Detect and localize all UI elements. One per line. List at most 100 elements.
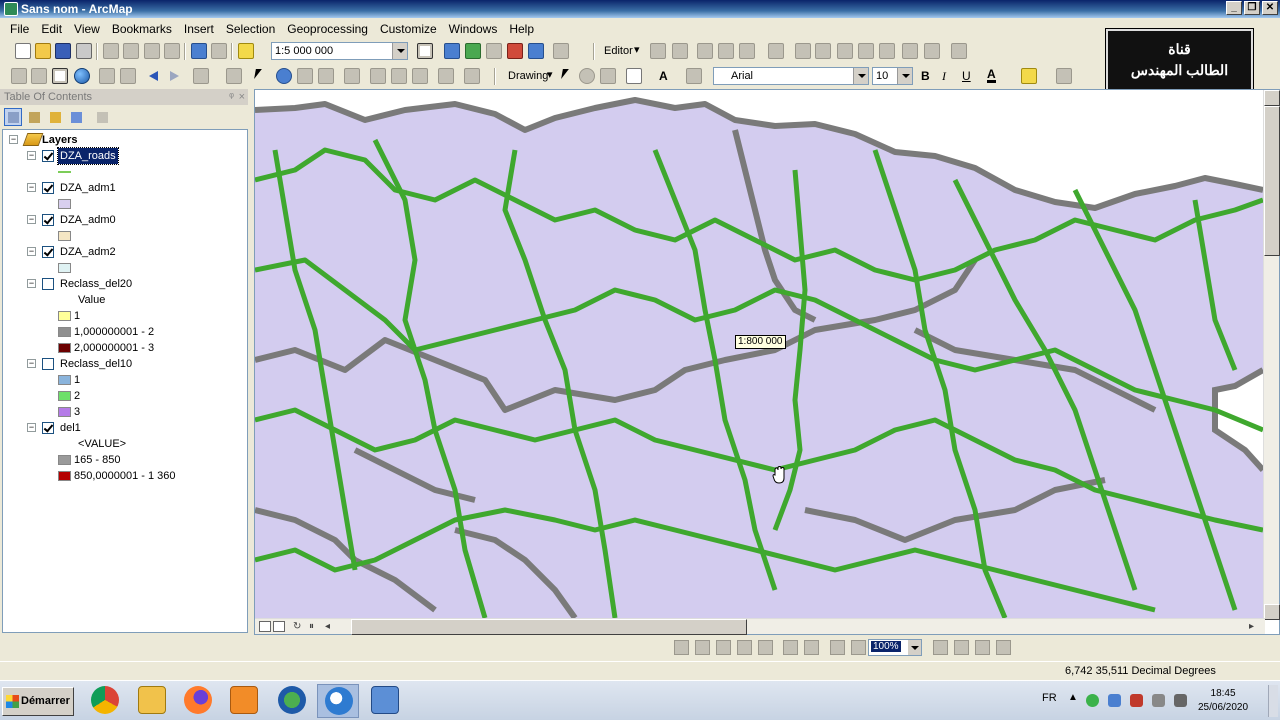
rotate-icon[interactable]: [858, 43, 874, 59]
zoom-to-selected-icon[interactable]: [600, 68, 616, 84]
collapse-icon[interactable]: −: [27, 247, 36, 256]
new-document-icon[interactable]: [15, 43, 31, 59]
save-icon[interactable]: [55, 43, 71, 59]
line-color-pen-icon[interactable]: [1056, 68, 1072, 84]
hyperlink-icon[interactable]: [318, 68, 334, 84]
go-to-xy-icon[interactable]: [412, 68, 428, 84]
collapse-icon[interactable]: −: [27, 359, 36, 368]
media-player-taskbar-icon[interactable]: [223, 684, 265, 718]
legend-swatch[interactable]: [58, 375, 71, 385]
clear-selection-icon[interactable]: [226, 68, 242, 84]
menu-insert[interactable]: Insert: [178, 22, 220, 36]
python-window-icon[interactable]: [528, 43, 544, 59]
editor-options-icon[interactable]: [951, 43, 967, 59]
layer-row-dza-roads[interactable]: − DZA_roads: [3, 147, 243, 165]
forward-arrow-icon[interactable]: [166, 68, 182, 84]
layout-zoom-combo[interactable]: 100%: [868, 639, 922, 656]
road-line-symbol[interactable]: [58, 171, 71, 173]
chevron-down-icon[interactable]: [897, 68, 912, 84]
pause-drawing-icon[interactable]: ⏸: [309, 621, 321, 632]
zoom-100-icon[interactable]: [758, 640, 773, 655]
layer-row-del1[interactable]: − del1: [3, 420, 243, 436]
arcmap-taskbar-icon[interactable]: [317, 684, 359, 718]
chrome-taskbar-icon[interactable]: [84, 684, 126, 718]
cut-polygons-icon[interactable]: [815, 43, 831, 59]
sketch-properties-icon[interactable]: [902, 43, 918, 59]
language-indicator[interactable]: FR: [1042, 692, 1057, 704]
map-vertical-scrollbar[interactable]: [1263, 90, 1280, 620]
scroll-right-button[interactable]: ▸: [1249, 621, 1261, 632]
close-button[interactable]: ✕: [1262, 1, 1278, 15]
back-arrow-icon[interactable]: [146, 68, 162, 84]
toggle-draft-mode-icon[interactable]: [933, 640, 948, 655]
network-tray-icon[interactable]: [1108, 694, 1121, 707]
legend-swatch[interactable]: [58, 407, 71, 417]
scroll-down-button[interactable]: [1264, 604, 1280, 620]
rotate-element-icon[interactable]: [579, 68, 595, 84]
layers-root-row[interactable]: − Layers: [3, 132, 243, 148]
arctoolbox-icon[interactable]: [507, 43, 523, 59]
layer-row-dza-adm1[interactable]: − DZA_adm1: [3, 180, 243, 196]
security-tray-icon[interactable]: [1086, 694, 1099, 707]
menu-file[interactable]: File: [4, 22, 35, 36]
editor-toolbar-icon[interactable]: [417, 43, 433, 59]
collapse-icon[interactable]: −: [27, 279, 36, 288]
map-scale-combo[interactable]: 1:5 000 000: [271, 42, 408, 60]
attributes-icon[interactable]: [879, 43, 895, 59]
collapse-icon[interactable]: −: [27, 183, 36, 192]
close-icon[interactable]: ×: [239, 89, 245, 105]
collapse-icon[interactable]: −: [27, 151, 36, 160]
layer-name[interactable]: Reclass_del20: [60, 276, 132, 292]
chevron-down-icon[interactable]: [853, 68, 868, 84]
measure-icon[interactable]: [344, 68, 360, 84]
collapse-icon[interactable]: −: [27, 423, 36, 432]
layer-name[interactable]: DZA_adm0: [60, 212, 116, 228]
layer-visibility-checkbox[interactable]: [42, 278, 54, 290]
fill-color-bucket-icon[interactable]: [1021, 68, 1037, 84]
volume-tray-icon[interactable]: [1174, 694, 1187, 707]
layout-zoom-in-icon[interactable]: [674, 640, 689, 655]
layer-visibility-checkbox[interactable]: [42, 214, 54, 226]
legend-swatch[interactable]: [58, 327, 71, 337]
chevron-up-icon[interactable]: ▲: [1068, 692, 1081, 705]
find-binoculars-icon[interactable]: [370, 68, 386, 84]
firefox-taskbar-icon[interactable]: [177, 684, 219, 718]
model-builder-icon[interactable]: [553, 43, 569, 59]
menu-customize[interactable]: Customize: [374, 22, 443, 36]
file-explorer-taskbar-icon[interactable]: [131, 684, 173, 718]
scroll-up-button[interactable]: [1264, 90, 1280, 106]
redo-icon[interactable]: [211, 43, 227, 59]
arcgis-taskbar-icon[interactable]: [271, 684, 313, 718]
layer-row-dza-adm2[interactable]: − DZA_adm2: [3, 244, 243, 260]
layer-visibility-checkbox[interactable]: [42, 358, 54, 370]
chevron-down-icon[interactable]: [392, 43, 407, 59]
search-window-icon[interactable]: [486, 43, 502, 59]
layout-zoom-out-icon[interactable]: [695, 640, 710, 655]
select-features-icon[interactable]: [193, 68, 209, 84]
open-folder-icon[interactable]: [35, 43, 51, 59]
menu-help[interactable]: Help: [503, 22, 540, 36]
edit-vertices-icon[interactable]: [768, 43, 784, 59]
legend-swatch[interactable]: [58, 343, 71, 353]
menu-view[interactable]: View: [68, 22, 106, 36]
font-name-combo[interactable]: Arial: [713, 67, 869, 85]
fill-symbol-swatch[interactable]: [58, 263, 71, 273]
pan-hand-icon[interactable]: [52, 68, 68, 84]
italic-button[interactable]: I: [942, 69, 946, 84]
next-extent-icon[interactable]: [851, 640, 866, 655]
reshape-icon[interactable]: [795, 43, 811, 59]
trace-icon[interactable]: [718, 43, 734, 59]
fixed-zoom-out-icon[interactable]: [120, 68, 136, 84]
list-by-drawing-order-tab[interactable]: [4, 108, 22, 126]
fixed-zoom-in-icon[interactable]: [783, 640, 798, 655]
layout-view-icon[interactable]: [273, 621, 285, 632]
menu-bookmarks[interactable]: Bookmarks: [106, 22, 178, 36]
catalog-icon[interactable]: [465, 43, 481, 59]
cut-icon[interactable]: [103, 43, 119, 59]
point-icon[interactable]: [739, 43, 755, 59]
split-icon[interactable]: [837, 43, 853, 59]
drawing-menu[interactable]: Drawing: [508, 70, 548, 82]
show-desktop-button[interactable]: [1268, 685, 1278, 717]
add-data-icon[interactable]: [238, 43, 254, 59]
refresh-icon[interactable]: ↻: [293, 621, 305, 632]
